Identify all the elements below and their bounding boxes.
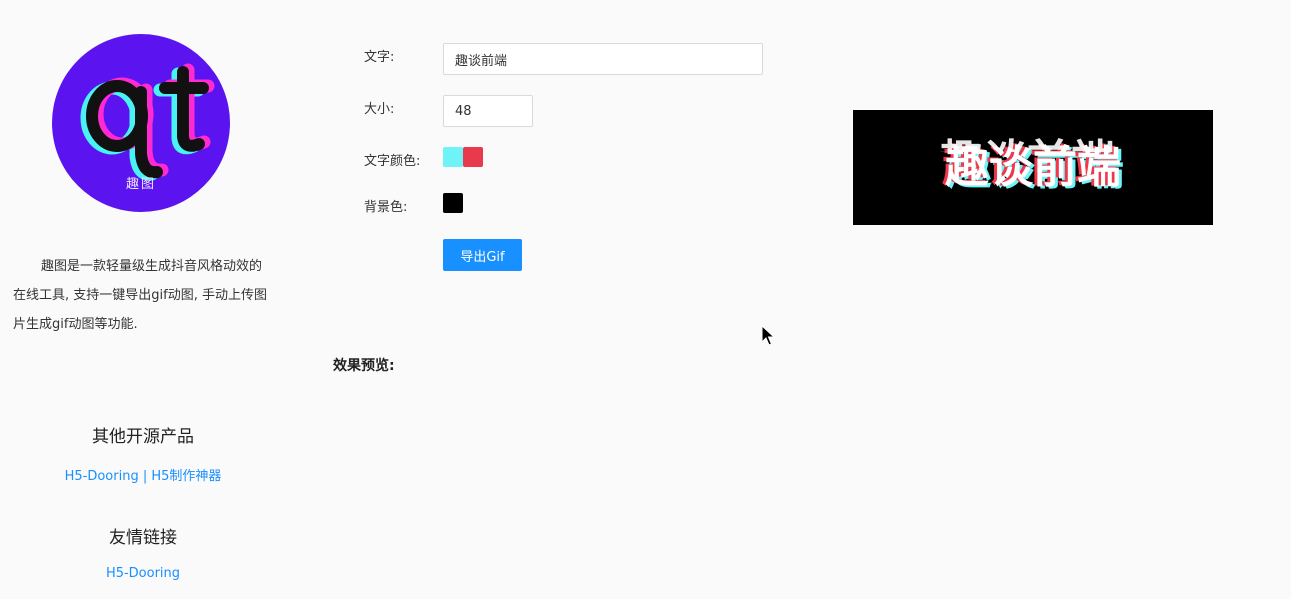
size-input[interactable] xyxy=(443,95,533,127)
friend-link[interactable]: H5-Dooring xyxy=(30,566,256,581)
preview-canvas: 趣谈前端 趣谈前端 趣谈前端 趣谈前端 xyxy=(853,110,1213,225)
export-gif-button[interactable]: 导出Gif xyxy=(443,239,522,271)
other-products-link[interactable]: H5-Dooring | H5制作神器 xyxy=(30,465,256,484)
size-label: 大小: xyxy=(364,102,395,117)
other-products-title: 其他开源产品 xyxy=(92,427,194,447)
text-label: 文字: xyxy=(364,50,395,65)
preview-label: 效果预览: xyxy=(333,358,395,374)
logo-caption: 趣图 xyxy=(125,177,156,192)
text-color-swatch-red[interactable] xyxy=(463,147,483,167)
friend-links-title: 友情链接 xyxy=(109,528,177,548)
mouse-cursor-icon xyxy=(761,325,775,346)
text-color-swatch-cyan[interactable] xyxy=(443,147,463,167)
bg-color-swatch[interactable] xyxy=(443,193,463,213)
bg-color-label: 背景色: xyxy=(364,200,408,215)
text-input[interactable] xyxy=(443,43,763,75)
page: 趣图 趣图是一款轻量级生成抖音风格动效的在线工具, 支持一键导出gif动图, 手… xyxy=(0,0,1291,599)
text-color-label: 文字颜色: xyxy=(364,154,421,169)
app-intro: 趣图是一款轻量级生成抖音风格动效的在线工具, 支持一键导出gif动图, 手动上传… xyxy=(13,259,267,332)
app-logo[interactable]: 趣图 xyxy=(52,34,230,212)
